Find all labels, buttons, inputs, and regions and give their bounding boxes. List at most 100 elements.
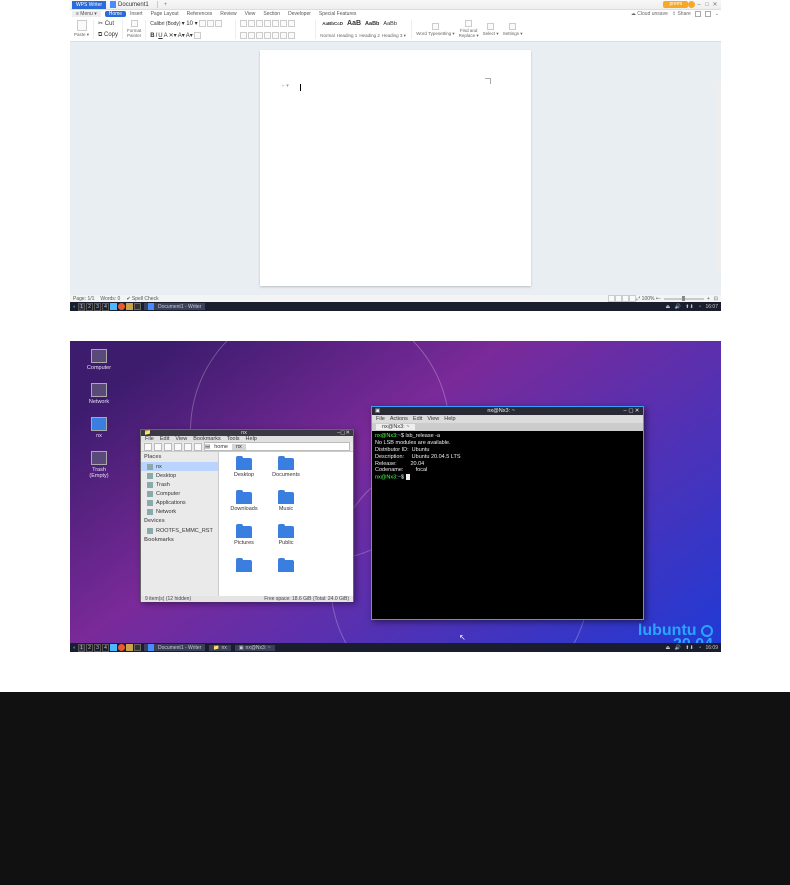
term-title-bar[interactable]: ▣ nx@Nx3: ~ – ▢ ✕ [372,407,643,415]
desktop-icon-computer[interactable]: Computer [82,349,116,371]
ribbon-tab-special[interactable]: Special Features [315,11,361,17]
page-canvas[interactable]: ⌐ ▾ [260,50,531,286]
style-gallery[interactable]: AaBbCcD AaB AaBb AaBb [320,20,407,27]
maximize-button[interactable]: □ [703,2,711,8]
close-button[interactable]: ✕ [711,1,719,8]
folder-launcher-icon[interactable] [126,303,133,310]
word-typesetting-button[interactable]: Word Typesetting ▾ [416,20,454,39]
breadcrumb[interactable]: ▤ home nx [204,442,350,451]
workspace-1[interactable]: 1 [78,644,85,652]
start-menu-icon[interactable]: ◐ [73,304,76,310]
files-launcher-icon[interactable] [110,303,117,310]
paragraph-marks-button[interactable] [288,20,295,27]
sidebar-item-trash[interactable]: Trash [141,480,218,489]
font-color-button[interactable]: A▾ [186,32,193,39]
sort-button[interactable] [280,20,287,27]
view-mode-print-icon[interactable] [608,295,615,302]
multilevel-button[interactable] [256,20,263,27]
line-spacing-button[interactable] [272,32,279,39]
fit-page-icon[interactable]: ⊡ [714,296,718,302]
clock[interactable]: 16:09 [705,645,718,651]
status-page[interactable]: Page: 1/1 [73,296,94,302]
bullets-button[interactable] [240,20,247,27]
ribbon-tab-section[interactable]: Section [259,11,284,17]
font-name-select[interactable]: Calibri (Body) [150,21,180,27]
workspace-2[interactable]: 2 [86,644,93,652]
find-replace-button[interactable]: Find and Replace ▾ [459,20,479,39]
notifications-icon[interactable]: ◔ [698,304,701,310]
new-tab-button[interactable]: + [158,2,174,8]
volume-icon[interactable]: 🔊 [675,645,681,651]
folder-templates[interactable] [223,558,265,592]
change-case-button[interactable] [215,20,222,27]
minimize-button[interactable]: – [695,2,703,8]
view-mode-web-icon[interactable] [615,295,622,302]
close-button[interactable]: ✕ [634,408,640,414]
underline-button[interactable]: U [158,33,162,39]
sidebar-item-nx[interactable]: nx [141,462,218,471]
document-viewport[interactable]: ⌐ ▾ [70,42,721,286]
system-tray[interactable]: ⏏ 🔊 ⬆⬇ ◔ 16:07 [663,304,718,310]
document-tab[interactable]: Document1 [106,1,158,8]
highlight-button[interactable]: A▾ [178,32,185,39]
sidebar-item-computer[interactable]: Computer [141,489,218,498]
taskbar-task-writer[interactable]: Document1 - Writer [144,303,205,310]
notifications-icon[interactable]: ◔ [698,645,701,651]
folder-videos[interactable] [265,558,307,592]
terminal-launcher-icon[interactable] [134,644,141,651]
sidebar-item-desktop[interactable]: Desktop [141,471,218,480]
align-left-button[interactable] [240,32,247,39]
network-icon[interactable]: ⬆⬇ [685,645,693,651]
cut-button[interactable]: ✂ Cut [98,20,118,27]
folder-desktop[interactable]: Desktop [223,456,265,490]
italic-button[interactable]: I [156,33,158,39]
numbering-button[interactable] [248,20,255,27]
removable-media-icon[interactable]: ⏏ [666,304,671,310]
extra-icon-1[interactable] [695,11,701,17]
extra-icon-2[interactable] [705,11,711,17]
shrink-font-button[interactable] [207,20,214,27]
borders-button[interactable] [288,32,295,39]
view-mode-read-icon[interactable] [629,295,636,302]
ribbon-tab-references[interactable]: References [183,11,217,17]
folder-documents[interactable]: Documents [265,456,307,490]
sidebar-item-network[interactable]: Network [141,507,218,516]
new-tab-button[interactable] [144,443,152,451]
workspace-3[interactable]: 3 [94,303,101,311]
copy-button[interactable]: ⧉ Copy [98,32,118,39]
strike-button[interactable]: A [164,33,168,39]
text-effect-button[interactable]: ✕▾ [169,32,177,39]
format-painter-button[interactable]: Format Painter [127,20,141,38]
workspace-2[interactable]: 2 [86,303,93,311]
folder-public[interactable]: Public [265,524,307,558]
up-button[interactable] [174,443,182,451]
grow-font-button[interactable] [199,20,206,27]
removable-media-icon[interactable]: ⏏ [666,645,671,651]
increase-indent-button[interactable] [272,20,279,27]
network-icon[interactable]: ⬆⬇ [685,304,693,310]
ribbon-tab-page-layout[interactable]: Page Layout [147,11,183,17]
term-menu-actions[interactable]: Actions [390,416,408,422]
ribbon-tab-view[interactable]: View [241,11,260,17]
folder-launcher-icon[interactable] [126,644,133,651]
ribbon-collapse-icon[interactable]: ⌄ [715,11,719,17]
forward-button[interactable] [164,443,172,451]
system-tray[interactable]: ⏏ 🔊 ⬆⬇ ◔ 16:09 [663,645,718,651]
back-button[interactable] [154,443,162,451]
folder-pictures[interactable]: Pictures [223,524,265,558]
zoom-slider[interactable] [664,298,704,300]
terminal-output[interactable]: nx@Nx3:~$ lsb_release -a No LSB modules … [372,431,643,619]
select-button[interactable]: Select ▾ [483,20,499,39]
term-menu-file[interactable]: File [376,416,385,422]
taskbar-task-terminal[interactable]: ▣nx@Nx3: ~ [235,645,275,651]
ribbon-tab-developer[interactable]: Developer [284,11,315,17]
taskbar-task-writer[interactable]: Document1 - Writer [144,644,205,651]
go-premium-button[interactable]: premi [663,1,688,8]
term-tab[interactable]: nx@Nx3: ~ [376,424,415,430]
folder-music[interactable]: Music [265,490,307,524]
folder-downloads[interactable]: Downloads [223,490,265,524]
firefox-launcher-icon[interactable] [118,303,125,310]
lubuntu-desktop[interactable]: lubuntu 20.04 Computer Network nx Trash … [70,341,721,652]
status-spellcheck[interactable]: ✔ Spell Check [126,296,158,302]
settings-button[interactable]: Settings ▾ [503,20,523,39]
